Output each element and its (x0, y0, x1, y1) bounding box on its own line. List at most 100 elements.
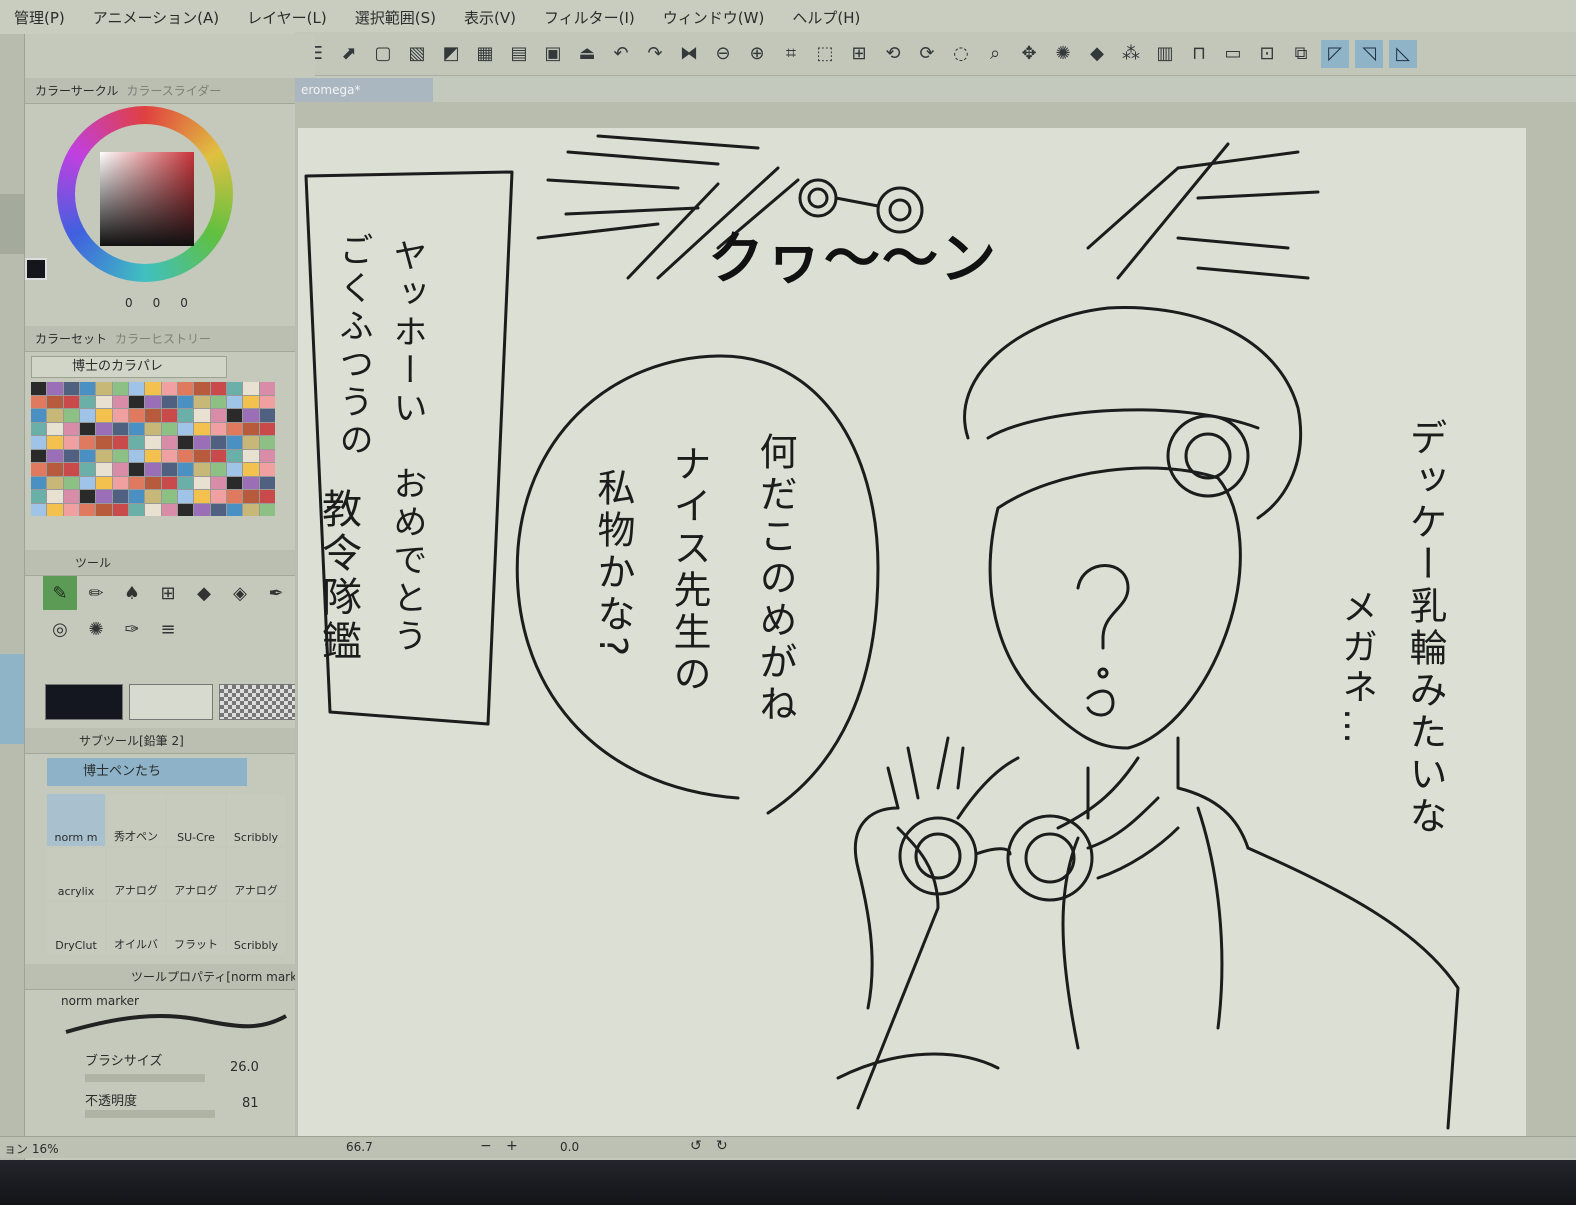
brush-item[interactable]: Scribbly (227, 902, 285, 954)
palette-swatch[interactable] (210, 382, 226, 395)
decoration-tool-icon[interactable]: ✑ (115, 612, 149, 646)
palette-swatch[interactable] (47, 503, 63, 516)
menu-filter[interactable]: フィルター(I) (530, 7, 649, 28)
export-icon[interactable]: ▦ (471, 40, 499, 68)
palette-swatch[interactable] (47, 395, 63, 408)
menu-manage[interactable]: 管理(P) (0, 7, 79, 28)
menu-help[interactable]: ヘルプ(H) (778, 7, 874, 28)
palette-swatch[interactable] (177, 395, 194, 408)
tab-color-circle[interactable]: カラーサークル (35, 82, 118, 99)
palette-swatch[interactable] (96, 422, 112, 435)
brush-item[interactable]: Scribbly (227, 794, 285, 846)
palette-swatch[interactable] (31, 395, 47, 408)
transparent-color-box[interactable] (219, 684, 297, 720)
palette-swatch[interactable] (63, 463, 79, 476)
zoom-out-small-icon[interactable]: − (480, 1138, 492, 1154)
pattern-icon[interactable]: ⁂ (1117, 40, 1145, 68)
palette-swatch[interactable] (128, 449, 145, 462)
brush-item[interactable]: フラット (167, 902, 225, 954)
snap-grid-icon[interactable]: ◺ (1389, 39, 1417, 68)
palette-swatch[interactable] (259, 490, 275, 503)
palette-swatch[interactable] (243, 503, 259, 516)
palette-swatch[interactable] (259, 422, 275, 435)
new-file-icon[interactable]: ▢ (369, 40, 397, 68)
palette-swatch[interactable] (177, 476, 194, 489)
brush-item[interactable]: acrylix (47, 848, 105, 900)
palette-swatch[interactable] (112, 490, 128, 503)
palette-swatch[interactable] (145, 422, 161, 435)
palette-swatch[interactable] (63, 476, 79, 489)
palette-swatch[interactable] (145, 395, 161, 408)
palette-swatch[interactable] (79, 476, 96, 489)
palette-swatch[interactable] (194, 382, 210, 395)
preview-icon[interactable]: ⧉ (1287, 40, 1315, 68)
palette-swatch[interactable] (177, 409, 194, 422)
brush-tool-icon[interactable]: ♠ (115, 576, 149, 610)
palette-swatch[interactable] (31, 449, 47, 462)
palette-swatch[interactable] (128, 463, 145, 476)
brush-item[interactable]: SU-Cre (167, 794, 225, 846)
palette-swatch[interactable] (47, 476, 63, 489)
rotate-right-icon[interactable]: ⟳ (913, 40, 941, 68)
palette-swatch[interactable] (259, 449, 275, 462)
spiral-tool-icon[interactable]: ◎ (43, 612, 77, 646)
palette-swatch[interactable] (79, 503, 96, 516)
palette-swatch[interactable] (31, 409, 47, 422)
drawing-canvas[interactable]: クヮ〜〜ン ヤッホーい おめでとう ごくふつうの 教令隊鑑 何だこのめがね ナイ… (298, 128, 1526, 1136)
palette-swatch[interactable] (177, 449, 194, 462)
palette-swatch[interactable] (31, 476, 47, 489)
palette-swatch[interactable] (177, 382, 194, 395)
palette-swatch[interactable] (31, 436, 47, 449)
strip-active[interactable] (0, 654, 24, 744)
palette-swatch[interactable] (226, 503, 243, 516)
fill-icon[interactable]: ◆ (1083, 40, 1111, 68)
palette-swatch[interactable] (226, 436, 243, 449)
palette-swatch[interactable] (31, 503, 47, 516)
palette-swatch[interactable] (63, 490, 79, 503)
palette-swatch[interactable] (243, 449, 259, 462)
palette-swatch[interactable] (112, 409, 128, 422)
palette-swatch[interactable] (161, 490, 177, 503)
palette-swatch[interactable] (79, 382, 96, 395)
layer-icon[interactable]: ▥ (1151, 40, 1179, 68)
palette-swatch[interactable] (194, 490, 210, 503)
palette-swatch[interactable] (112, 436, 128, 449)
rotate-left-icon[interactable]: ⟲ (879, 40, 907, 68)
palette-swatch[interactable] (112, 422, 128, 435)
palette-swatch[interactable] (79, 436, 96, 449)
opacity-slider[interactable] (85, 1110, 215, 1118)
main-color-swatch[interactable] (25, 258, 47, 280)
palette-swatch[interactable] (226, 422, 243, 435)
palette-swatch[interactable] (259, 409, 275, 422)
palette-swatch[interactable] (96, 449, 112, 462)
airbrush-tool-icon[interactable]: ✺ (79, 612, 113, 646)
palette-swatch[interactable] (243, 395, 259, 408)
palette-swatch[interactable] (177, 503, 194, 516)
palette-swatch[interactable] (210, 422, 226, 435)
palette-swatch[interactable] (243, 382, 259, 395)
palette-swatch[interactable] (194, 463, 210, 476)
palette-swatch[interactable] (259, 503, 275, 516)
palette-swatch[interactable] (259, 476, 275, 489)
palette-swatch[interactable] (63, 503, 79, 516)
palette-swatch[interactable] (79, 395, 96, 408)
palette-swatch[interactable] (128, 395, 145, 408)
palette-swatch[interactable] (259, 395, 275, 408)
palette-swatch[interactable] (194, 436, 210, 449)
palette-swatch[interactable] (161, 409, 177, 422)
palette-swatch[interactable] (96, 490, 112, 503)
palette-swatch[interactable] (259, 436, 275, 449)
tab-subtool[interactable]: サブツール[鉛筆 2] (79, 732, 184, 749)
palette-swatch[interactable] (161, 503, 177, 516)
palette-swatch[interactable] (210, 409, 226, 422)
palette-swatch[interactable] (128, 409, 145, 422)
palette-swatch[interactable] (243, 422, 259, 435)
palette-swatch[interactable] (226, 382, 243, 395)
palette-swatch[interactable] (79, 422, 96, 435)
palette-swatch[interactable] (96, 503, 112, 516)
palette-swatch[interactable] (145, 382, 161, 395)
palette-swatch[interactable] (210, 449, 226, 462)
palette-swatch[interactable] (128, 382, 145, 395)
palette-swatch[interactable] (226, 490, 243, 503)
palette-swatch[interactable] (63, 409, 79, 422)
